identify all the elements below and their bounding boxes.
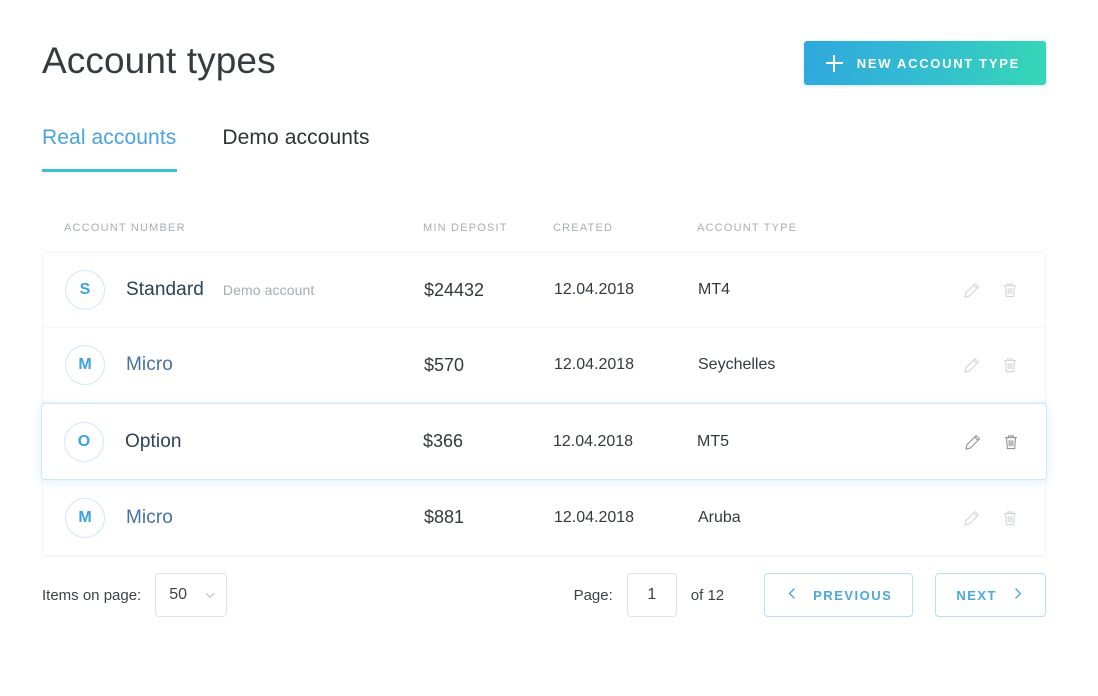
- items-per-page-group: Items on page: 50: [42, 568, 227, 622]
- items-on-page-label: Items on page:: [42, 587, 141, 604]
- page-label: Page:: [574, 587, 613, 604]
- account-cell: M Micro: [65, 498, 192, 538]
- tab-demo-accounts[interactable]: Demo accounts: [222, 126, 369, 172]
- previous-page-button[interactable]: Previous: [764, 573, 913, 617]
- items-per-page-value: 50: [169, 586, 187, 604]
- avatar: M: [65, 345, 105, 385]
- min-deposit-value: $881: [424, 507, 464, 528]
- column-header-account-type: Account type: [697, 222, 797, 234]
- account-type-value: MT4: [698, 281, 730, 299]
- avatar: S: [65, 270, 105, 310]
- account-type-value: Aruba: [698, 509, 741, 527]
- column-header-created: Created: [553, 222, 613, 234]
- account-type-value: MT5: [697, 433, 729, 451]
- delete-icon[interactable]: [999, 354, 1021, 376]
- page-navigation-group: Page: of 12 Previous Next: [574, 568, 1046, 622]
- new-account-type-button[interactable]: New account type: [804, 41, 1046, 85]
- row-actions: [962, 431, 1022, 453]
- page-total-label: of 12: [691, 587, 724, 604]
- edit-icon[interactable]: [961, 354, 983, 376]
- avatar: O: [64, 422, 104, 462]
- min-deposit-value: $366: [423, 431, 463, 452]
- min-deposit-value: $570: [424, 355, 464, 376]
- delete-icon[interactable]: [999, 279, 1021, 301]
- chevron-left-icon: [785, 586, 800, 604]
- edit-icon[interactable]: [961, 279, 983, 301]
- avatar: M: [65, 498, 105, 538]
- pagination-bar: Items on page: 50 Page: of 12: [42, 568, 1046, 622]
- tab-real-accounts[interactable]: Real accounts: [42, 126, 176, 172]
- next-page-label: Next: [956, 588, 997, 603]
- account-name: Standard: [126, 279, 204, 301]
- next-page-button[interactable]: Next: [935, 573, 1046, 617]
- row-actions: [961, 507, 1021, 529]
- created-value: 12.04.2018: [554, 281, 634, 299]
- delete-icon[interactable]: [999, 507, 1021, 529]
- table-row[interactable]: S Standard Demo account $24432 12.04.201…: [43, 253, 1045, 328]
- chevron-right-icon: [1010, 586, 1025, 604]
- table-header-row: Account number Min deposit Created Accou…: [42, 222, 1046, 242]
- page-header: Account types New account type: [42, 32, 1046, 92]
- row-actions: [961, 354, 1021, 376]
- plus-icon: [826, 55, 843, 72]
- edit-icon[interactable]: [962, 431, 984, 453]
- account-name: Micro: [126, 507, 173, 529]
- row-actions: [961, 279, 1021, 301]
- new-account-type-label: New account type: [857, 56, 1020, 71]
- tab-bar: Real accounts Demo accounts: [42, 126, 370, 172]
- table-row[interactable]: M Micro $881 12.04.2018 Aruba: [43, 480, 1045, 555]
- account-type-value: Seychelles: [698, 356, 775, 374]
- account-name: Option: [125, 431, 182, 453]
- created-value: 12.04.2018: [553, 433, 633, 451]
- column-header-account-number: Account number: [64, 222, 186, 234]
- table-row[interactable]: M Micro $570 12.04.2018 Seychelles: [43, 328, 1045, 403]
- page-number-input[interactable]: [627, 573, 677, 617]
- table-row[interactable]: O Option $366 12.04.2018 MT5: [41, 403, 1047, 480]
- min-deposit-value: $24432: [424, 280, 484, 301]
- account-subtitle: Demo account: [223, 282, 314, 298]
- column-header-min-deposit: Min deposit: [423, 222, 508, 234]
- account-cell: S Standard Demo account: [65, 270, 314, 310]
- chevron-down-icon: [203, 588, 217, 602]
- created-value: 12.04.2018: [554, 509, 634, 527]
- account-cell: O Option: [64, 422, 201, 462]
- account-types-table: S Standard Demo account $24432 12.04.201…: [42, 252, 1046, 556]
- created-value: 12.04.2018: [554, 356, 634, 374]
- account-name: Micro: [126, 354, 173, 376]
- delete-icon[interactable]: [1000, 431, 1022, 453]
- items-per-page-select[interactable]: 50: [155, 573, 227, 617]
- previous-page-label: Previous: [813, 588, 892, 603]
- edit-icon[interactable]: [961, 507, 983, 529]
- account-cell: M Micro: [65, 345, 192, 385]
- account-types-page: Account types New account type Real acco…: [0, 0, 1098, 696]
